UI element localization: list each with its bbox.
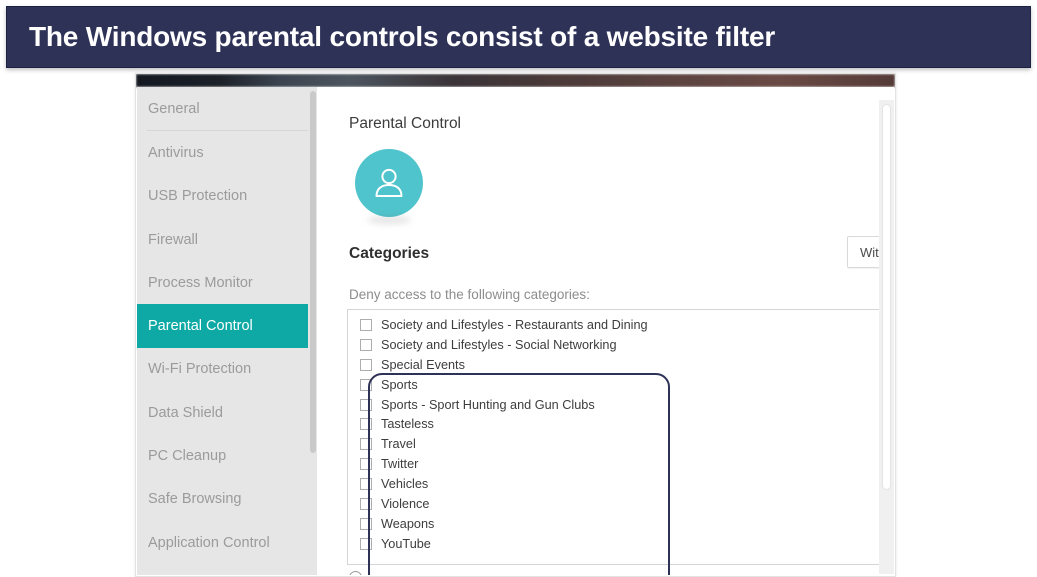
checkbox-icon[interactable]	[360, 418, 372, 431]
category-label: Twitter	[381, 457, 419, 472]
checkbox-icon[interactable]	[360, 378, 372, 391]
categories-listbox[interactable]: Society and Lifestyles - Restaurants and…	[347, 309, 894, 575]
category-row[interactable]: Sports - Sport Hunting and Gun Clubs	[348, 395, 894, 415]
sidebar-item-label: Firewall	[148, 231, 198, 248]
category-row[interactable]: Travel	[348, 434, 894, 454]
sidebar-item-label: PC Cleanup	[148, 448, 227, 465]
sidebar-item-general[interactable]: General	[137, 87, 317, 130]
category-label: Travel	[381, 437, 416, 452]
checkbox-icon[interactable]	[360, 458, 372, 471]
categories-heading: Categories	[349, 245, 430, 262]
checkbox-icon[interactable]	[360, 398, 372, 411]
sidebar-scrollbar-thumb[interactable]	[310, 91, 316, 453]
radio-button-icon[interactable]	[349, 571, 362, 575]
user-avatar-icon	[355, 149, 423, 217]
deny-access-label: Deny access to the following categories:	[349, 287, 590, 302]
avatar	[355, 149, 423, 225]
avatar-shadow	[367, 215, 411, 225]
main-scrollbar-thumb[interactable]	[882, 104, 891, 490]
sidebar-item-label: Parental Control	[148, 318, 253, 335]
window-header-strip	[136, 74, 895, 87]
main-scrollbar[interactable]	[879, 100, 894, 574]
sidebar-item-parental-control[interactable]: Parental Control	[137, 304, 317, 348]
settings-sidebar[interactable]: General Antivirus USB Protection Firewall Pr…	[137, 87, 317, 575]
checkbox-icon[interactable]	[360, 438, 372, 451]
sidebar-item-label: Safe Browsing	[148, 491, 242, 508]
sidebar-item-label: USB Protection	[148, 188, 248, 205]
category-label: Violence	[381, 496, 430, 511]
sidebar-item-label: Application Control	[148, 534, 270, 551]
category-row[interactable]: Vehicles	[348, 474, 894, 494]
category-row[interactable]: YouTube	[348, 534, 894, 554]
category-row[interactable]: Society and Lifestyles - Social Networki…	[348, 335, 894, 355]
category-row[interactable]: Sports	[348, 375, 894, 395]
checkbox-icon[interactable]	[360, 478, 372, 491]
sidebar-item-firewall[interactable]: Firewall	[137, 218, 317, 261]
category-label: Vehicles	[381, 477, 429, 492]
category-row[interactable]: Weapons	[348, 514, 894, 534]
checkbox-icon[interactable]	[360, 537, 372, 550]
category-label: Society and Lifestyles - Restaurants and…	[381, 317, 648, 332]
category-row[interactable]: Violence	[348, 494, 894, 514]
category-label: Weapons	[381, 516, 435, 531]
sidebar-item-label: Data Shield	[148, 404, 223, 421]
category-row[interactable]: Society and Lifestyles - Restaurants and…	[348, 315, 894, 335]
parental-control-panel: Parental Control Categories Without filt…	[317, 87, 894, 575]
checkbox-icon[interactable]	[360, 358, 372, 371]
page-title: Parental Control	[349, 115, 462, 132]
category-label: Special Events	[381, 357, 465, 372]
sidebar-item-safe-browsing[interactable]: Safe Browsing	[137, 478, 317, 521]
checkbox-icon[interactable]	[360, 517, 372, 530]
categories-list: Society and Lifestyles - Restaurants and…	[348, 315, 894, 564]
callout-banner: The Windows parental controls consist of…	[6, 6, 1031, 68]
category-row[interactable]: Tasteless	[348, 414, 894, 434]
category-row[interactable]: Twitter	[348, 454, 894, 474]
category-label: Sports - Sport Hunting and Gun Clubs	[381, 397, 595, 412]
sidebar-item-usb-protection[interactable]: USB Protection	[137, 175, 317, 218]
partial-radio-option[interactable]	[349, 571, 370, 575]
category-label: Sports	[381, 377, 418, 392]
checkbox-icon[interactable]	[360, 338, 372, 351]
sidebar-item-label: Wi-Fi Protection	[148, 361, 252, 378]
checkbox-icon[interactable]	[360, 497, 372, 510]
sidebar-item-data-shield[interactable]: Data Shield	[137, 391, 317, 434]
sidebar-item-pc-cleanup[interactable]: PC Cleanup	[137, 434, 317, 477]
sidebar-item-list: General Antivirus USB Protection Firewall Pr…	[137, 87, 317, 564]
category-label: YouTube	[381, 536, 431, 551]
category-label: Tasteless	[381, 417, 434, 432]
sidebar-item-label: Process Monitor	[148, 274, 253, 291]
sidebar-scrollbar[interactable]	[308, 87, 317, 575]
sidebar-item-application-control[interactable]: Application Control	[137, 521, 317, 564]
sidebar-item-label: General	[148, 100, 200, 117]
category-row[interactable]: Special Events	[348, 355, 894, 375]
sidebar-item-label: Antivirus	[148, 144, 204, 161]
category-label: Society and Lifestyles - Social Networki…	[381, 337, 617, 352]
sidebar-item-wi-fi-protection[interactable]: Wi-Fi Protection	[137, 348, 317, 391]
callout-banner-text: The Windows parental controls consist of…	[29, 21, 776, 52]
sidebar-item-antivirus[interactable]: Antivirus	[137, 131, 317, 174]
antivirus-app-window: General Antivirus USB Protection Firewall Pr…	[135, 73, 896, 577]
sidebar-item-process-monitor[interactable]: Process Monitor	[137, 261, 317, 304]
checkbox-icon[interactable]	[360, 318, 372, 331]
